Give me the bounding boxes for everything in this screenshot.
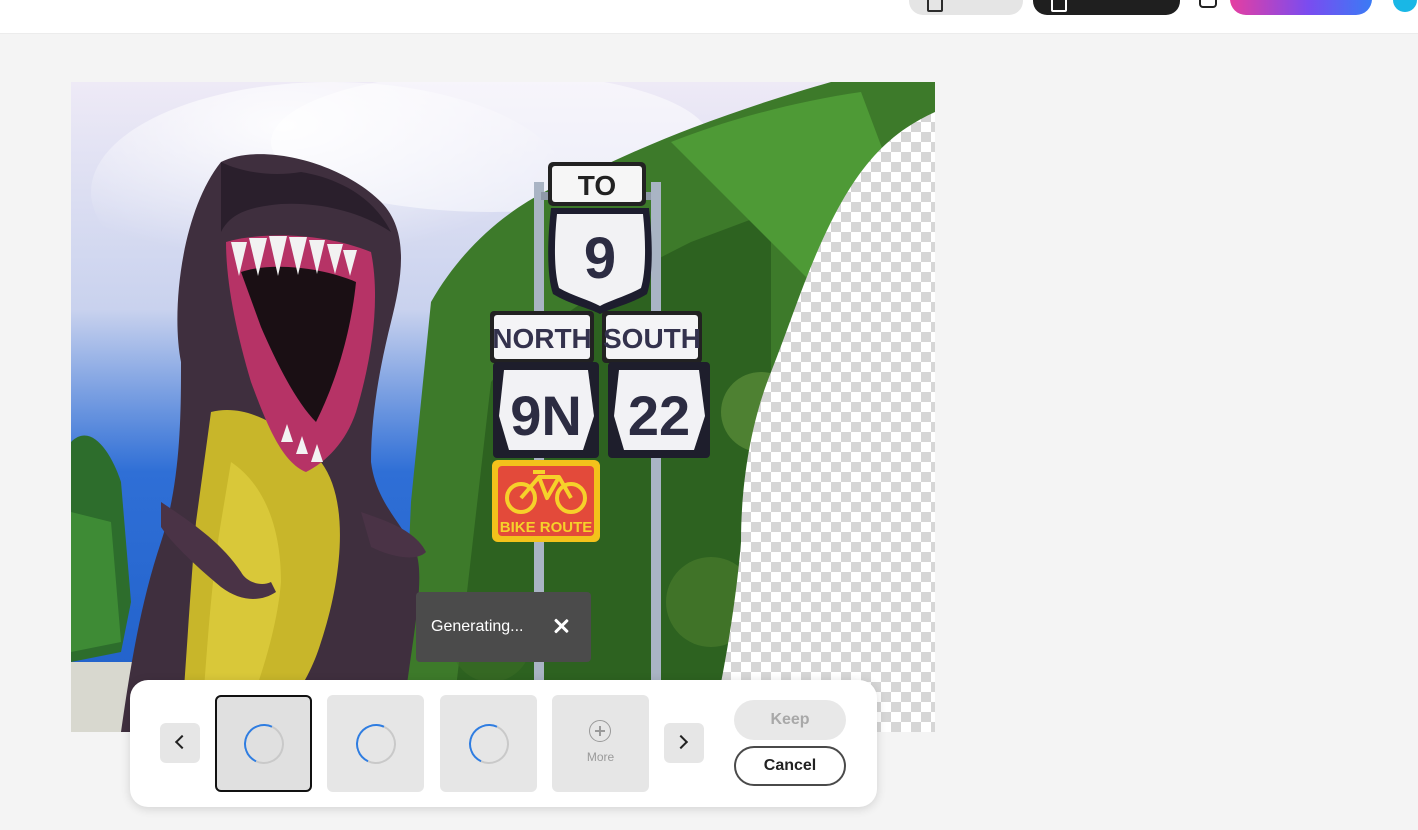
sign-south: SOUTH	[603, 323, 701, 354]
more-label: More	[586, 750, 615, 764]
variation-panel: More Keep Cancel	[130, 680, 877, 807]
more-button[interactable]: More	[552, 695, 649, 792]
sign-to: TO	[578, 170, 616, 201]
variation-thumbnail-3[interactable]	[440, 695, 537, 792]
loading-spinner-icon	[462, 717, 515, 770]
plus-circle-icon	[589, 720, 611, 742]
close-icon[interactable]	[552, 617, 570, 635]
chevron-left-icon	[174, 734, 190, 750]
share-button[interactable]	[1033, 0, 1180, 15]
file-icon	[927, 0, 943, 12]
sign-bike-route: BIKE ROUTE	[500, 519, 593, 536]
toast-text: Generating...	[431, 618, 524, 635]
chevron-right-icon	[673, 734, 689, 750]
share-icon	[1051, 0, 1067, 12]
variation-thumbnail-1[interactable]	[215, 695, 312, 792]
generating-toast: Generating...	[416, 592, 591, 662]
sign-route-us: 9	[584, 226, 616, 291]
top-bar	[0, 0, 1418, 34]
loading-spinner-icon	[237, 717, 290, 770]
comment-icon[interactable]	[1199, 0, 1217, 8]
upgrade-button[interactable]	[1230, 0, 1372, 15]
keep-button[interactable]: Keep	[734, 700, 846, 740]
sign-route-22: 22	[628, 384, 690, 447]
file-button[interactable]	[909, 0, 1023, 15]
variation-thumbnail-2[interactable]	[327, 695, 424, 792]
avatar[interactable]	[1393, 0, 1417, 12]
loading-spinner-icon	[349, 717, 402, 770]
sign-route-9n: 9N	[510, 384, 582, 447]
cancel-button[interactable]: Cancel	[734, 746, 846, 786]
next-button[interactable]	[664, 723, 704, 763]
previous-button[interactable]	[160, 723, 200, 763]
sign-north: NORTH	[492, 323, 592, 354]
